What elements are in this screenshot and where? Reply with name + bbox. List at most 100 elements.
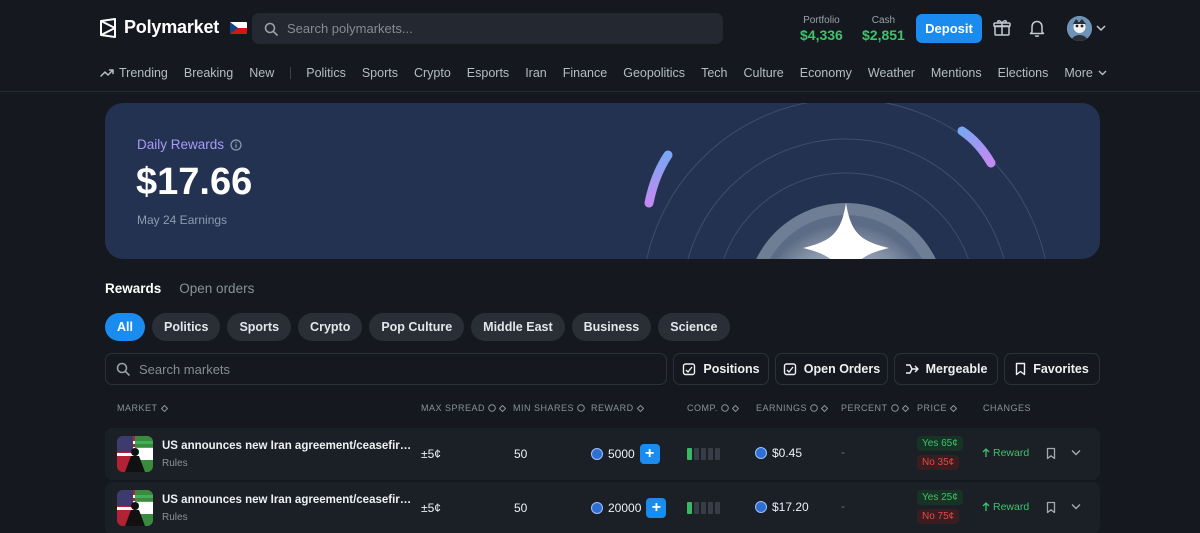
nav-item-more[interactable]: More [1064,66,1107,80]
nav-item-breaking[interactable]: Breaking [184,66,233,80]
sort-icon [950,404,958,412]
nav-item-geopolitics[interactable]: Geopolitics [623,66,685,80]
cash-stat[interactable]: Cash $2,851 [862,15,905,43]
filter-pop-culture[interactable]: Pop Culture [369,313,465,341]
col-min-shares[interactable]: MIN SHARES [513,403,585,413]
brand-logo[interactable]: Polymarket [99,17,248,38]
polymarket-logo-icon [100,17,116,38]
nav-item-elections[interactable]: Elections [998,66,1049,80]
bookmark-icon[interactable] [1046,447,1056,460]
merge-icon [905,364,919,374]
deposit-button[interactable]: Deposit [916,14,982,43]
sort-icon [901,404,909,412]
positions-label: Positions [703,362,760,376]
nav-item-politics[interactable]: Politics [306,66,346,80]
earnings-cell: $0.45 [755,446,802,460]
price-no-badge[interactable]: No 35¢ [917,455,960,470]
usdc-coin-icon [591,502,603,514]
global-search[interactable] [252,13,723,44]
market-rules-link[interactable]: Rules [162,458,188,469]
market-image[interactable] [117,490,153,526]
filter-crypto[interactable]: Crypto [298,313,363,341]
price-no-badge[interactable]: No 75¢ [917,509,960,524]
nav-item-new[interactable]: New [249,66,274,80]
usdc-coin-icon [591,448,603,460]
sort-icon [821,404,829,412]
change-indicator: Reward [982,447,1029,459]
market-rules-link[interactable]: Rules [162,512,188,523]
usdc-coin-icon [755,447,767,459]
chevron-down-icon[interactable] [1071,503,1081,510]
sort-icon [636,404,644,412]
price-yes-badge[interactable]: Yes 65¢ [917,436,963,451]
reward-value: 5000 [608,447,635,461]
tab-open-orders[interactable]: Open orders [179,281,254,296]
open-orders-icon [783,363,796,376]
market-image[interactable] [117,436,153,472]
filter-science[interactable]: Science [658,313,730,341]
price-yes-badge[interactable]: Yes 25¢ [917,490,963,505]
top-bar: Polymarket Portfolio $4,336 Cash $2,851 … [0,0,1200,56]
table-row[interactable]: US announces new Iran agreement/ceasefir… [105,428,1100,480]
avatar[interactable] [1067,16,1092,41]
search-icon [116,362,130,376]
add-reward-button[interactable]: + [639,444,660,464]
filter-middle-east[interactable]: Middle East [471,313,565,341]
col-label: CHANGES [983,403,1032,413]
nav-item-culture[interactable]: Culture [743,66,783,80]
usdc-coin-icon [755,501,767,513]
nav-item-trending[interactable]: Trending [100,66,168,80]
sort-icon [731,404,739,412]
add-reward-button[interactable]: + [646,498,667,518]
comp-bar [701,448,706,460]
global-search-input[interactable] [287,21,687,36]
nav-item-tech[interactable]: Tech [701,66,727,80]
nav-item-mentions[interactable]: Mentions [931,66,982,80]
chevron-down-icon[interactable] [1071,449,1081,456]
nav-item-economy[interactable]: Economy [800,66,852,80]
bell-icon[interactable] [1027,18,1047,38]
market-title[interactable]: US announces new Iran agreement/ceasefir… [162,494,414,506]
markets-search-input[interactable] [139,361,539,377]
rewards-illustration [644,103,1046,259]
mergeable-button[interactable]: Mergeable [894,353,998,385]
gift-icon[interactable] [992,18,1012,38]
earnings-value: $0.45 [772,446,803,460]
nav-item-iran[interactable]: Iran [525,66,547,80]
chevron-down-icon[interactable] [1096,24,1106,32]
positions-button[interactable]: Positions [673,353,769,385]
czech-flag-icon[interactable] [230,21,248,34]
col-reward[interactable]: REWARD [591,403,644,413]
market-title[interactable]: US announces new Iran agreement/ceasefir… [162,440,414,452]
col-max-spread[interactable]: MAX SPREAD [421,403,507,413]
filter-all[interactable]: All [105,313,145,341]
col-market[interactable]: MARKET [117,403,168,413]
nav-item-finance[interactable]: Finance [563,66,607,80]
nav-item-crypto[interactable]: Crypto [414,66,451,80]
header-divider [0,91,1200,92]
info-icon [721,404,729,412]
favorites-button[interactable]: Favorites [1004,353,1100,385]
filter-politics[interactable]: Politics [151,313,221,341]
filter-sports[interactable]: Sports [227,313,292,341]
col-comp[interactable]: COMP. [687,403,739,413]
max-spread-value: ±5¢ [421,447,441,461]
bookmark-icon[interactable] [1046,501,1056,514]
col-percent[interactable]: PERCENT [841,403,909,413]
info-icon[interactable] [230,138,242,151]
col-earnings[interactable]: EARNINGS [756,403,829,413]
nav-item-sports[interactable]: Sports [362,66,398,80]
table-row[interactable]: US announces new Iran agreement/ceasefir… [105,482,1100,533]
tab-rewards[interactable]: Rewards [105,281,161,296]
col-changes[interactable]: CHANGES [983,403,1031,413]
col-price[interactable]: PRICE [917,403,958,413]
portfolio-stat[interactable]: Portfolio $4,336 [800,15,843,43]
nav-item-esports[interactable]: Esports [467,66,509,80]
markets-search[interactable] [105,353,667,385]
open-orders-button[interactable]: Open Orders [775,353,888,385]
nav-label: Trending [119,66,168,80]
comp-bar [687,448,692,460]
arrow-up-icon [982,448,990,457]
nav-item-weather[interactable]: Weather [868,66,915,80]
filter-business[interactable]: Business [571,313,652,341]
